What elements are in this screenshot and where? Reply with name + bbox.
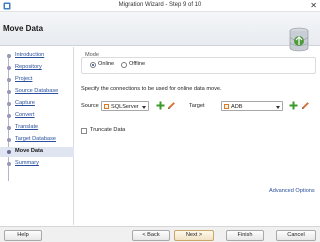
step-label: Target Database [15,136,57,142]
truncate-data-label: Truncate Data [90,127,126,133]
mode-group: Mode Online Offline [81,51,316,76]
window-title: Migration Wizard - Step 9 of 10 [118,2,202,8]
connection-icon [224,104,229,109]
connections-description: Specify the connections to be used for o… [81,86,222,92]
chevron-down-icon [142,105,146,109]
move-data-panel: Mode Online Offline Specify the connecti… [75,47,320,225]
step-node-icon [7,66,11,70]
button-bar: Help < Back Next > Finish Cancel [0,226,320,242]
source-connection-select[interactable]: SQLServer [101,101,149,111]
step-label: Introduction [15,52,45,58]
step-label: Project [15,76,33,82]
wizard-steps-panel: Introduction Repository Project Source D… [0,47,74,225]
step-capture[interactable]: Capture [0,99,74,109]
add-target-connection-icon[interactable] [289,101,298,110]
step-label: Translate [15,124,39,130]
step-node-icon [7,114,11,118]
edit-target-connection-icon[interactable] [301,101,310,110]
step-label: Repository [15,64,42,70]
step-node-icon [7,150,11,154]
step-label: Move Data [15,148,43,154]
step-target-database[interactable]: Target Database [0,135,74,145]
step-node-icon [7,78,11,82]
step-node-icon [7,162,11,166]
checkbox-box [81,128,87,134]
offline-radio-label: Offline [129,61,146,67]
step-node-icon [7,138,11,142]
wizard-header: Move Data [0,12,320,52]
step-label: Capture [15,100,35,106]
step-label: Summary [15,160,39,166]
back-button[interactable]: < Back [132,230,170,241]
truncate-data-checkbox[interactable]: Truncate Data [81,127,161,136]
target-value: ADB [231,103,243,110]
radio-selected-icon [90,62,96,68]
next-button[interactable]: Next > [174,230,214,241]
step-project[interactable]: Project [0,75,74,85]
page-title: Move Data [3,24,44,33]
source-label: Source [81,103,99,109]
step-source-database[interactable]: Source Database [0,87,74,97]
step-move-data[interactable]: Move Data [0,147,74,157]
target-label: Target [189,103,205,109]
step-introduction[interactable]: Introduction [0,51,74,61]
title-bar: Migration Wizard - Step 9 of 10 ✕ [0,0,320,12]
step-node-icon [7,126,11,130]
step-translate[interactable]: Translate [0,123,74,133]
step-node-icon [7,54,11,58]
mode-frame [81,57,316,74]
close-icon[interactable]: ✕ [310,1,317,10]
target-connection-select[interactable]: ADB [221,101,283,111]
step-node-icon [7,102,11,106]
help-button[interactable]: Help [4,230,42,241]
connections-row: Source SQLServer Target ADB [75,100,320,112]
step-repository[interactable]: Repository [0,63,74,73]
cancel-button[interactable]: Cancel [276,230,316,241]
step-convert[interactable]: Convert [0,111,74,121]
advanced-options-link[interactable]: Advanced Options [269,188,315,194]
step-node-icon [7,90,11,94]
step-label: Convert [15,112,35,118]
finish-button[interactable]: Finish [226,230,264,241]
radio-empty-icon [121,62,127,68]
add-source-connection-icon[interactable] [156,101,165,110]
edit-source-connection-icon[interactable] [167,101,176,110]
chevron-down-icon [276,105,280,109]
source-value: SQLServer [111,103,139,110]
online-radio-label: Online [98,61,115,67]
mode-legend: Mode [85,52,99,58]
step-summary[interactable]: Summary [0,159,74,169]
step-label: Source Database [15,88,59,94]
connection-icon [104,104,109,109]
